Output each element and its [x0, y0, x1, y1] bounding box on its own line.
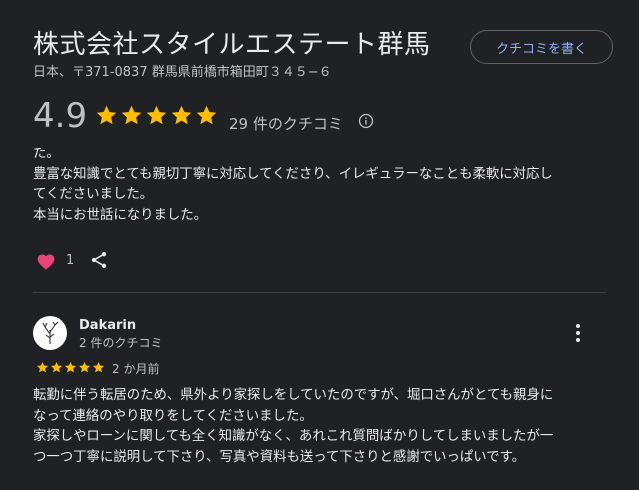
star-icon	[92, 361, 105, 373]
star-icon	[50, 361, 63, 373]
star-icon	[96, 105, 117, 125]
reviewer-name[interactable]: Dakarin	[79, 318, 136, 333]
reviewer-meta: 2 件のクチコミ	[79, 336, 163, 350]
star-icon	[146, 105, 167, 125]
star-icon	[78, 361, 91, 373]
business-name: 株式会社スタイルエステート群馬	[33, 30, 431, 60]
avatar[interactable]	[33, 316, 67, 350]
review-line: てくださいました。	[33, 187, 154, 202]
review-line: 豊富な知識でとても親切丁寧に対応してくださり、イレギュラーなことも柔軟に対応し	[33, 166, 553, 182]
review-line: つ一つ丁寧に説明して下さり、写真や資料も送って下さりと感謝でいっぱいです。	[33, 449, 526, 465]
business-address: 日本、〒371-0837 群馬県前橋市箱田町３４５−６	[33, 65, 332, 80]
more-options-icon[interactable]	[568, 321, 588, 345]
review-date: 2 か月前	[112, 362, 160, 376]
review-line: なって連絡のやり取りをしてくださいました。	[33, 408, 313, 424]
like-count: 1	[66, 253, 75, 268]
review-count-link[interactable]: 29 件のクチコミ	[229, 113, 343, 134]
share-icon[interactable]	[89, 250, 109, 270]
star-icon	[196, 105, 217, 125]
avatar-sketch-icon	[42, 321, 59, 344]
divider	[33, 292, 606, 293]
average-rating: 4.9	[33, 96, 88, 136]
review-stars	[36, 361, 105, 374]
review-text: た。 豊富な知識でとても親切丁寧に対応してくださり、イレギュラーなことも柔軟に対…	[33, 148, 608, 228]
review-line: 転勤に伴う転居のため、県外より家探しをしていたのですが、堀口さんがとても親身に	[33, 388, 554, 403]
star-icon	[64, 361, 77, 373]
star-icon	[36, 361, 49, 373]
star-icon	[171, 105, 192, 125]
info-icon[interactable]	[358, 113, 374, 129]
review-line: 家探しやローンに関しても全く知識がなく、あれこれ質問ばかりしてしまいましたが一	[33, 429, 554, 444]
heart-icon[interactable]	[36, 252, 56, 272]
review-line: 本当にお世話になりました。	[33, 207, 208, 223]
review-line: た。	[33, 148, 60, 161]
average-rating-stars	[95, 104, 218, 127]
write-review-button[interactable]: クチコミを書く	[470, 30, 613, 64]
star-icon	[121, 105, 142, 125]
review-text: 転勤に伴う転居のため、県外より家探しをしていたのですが、堀口さんがとても親身に …	[33, 386, 608, 468]
